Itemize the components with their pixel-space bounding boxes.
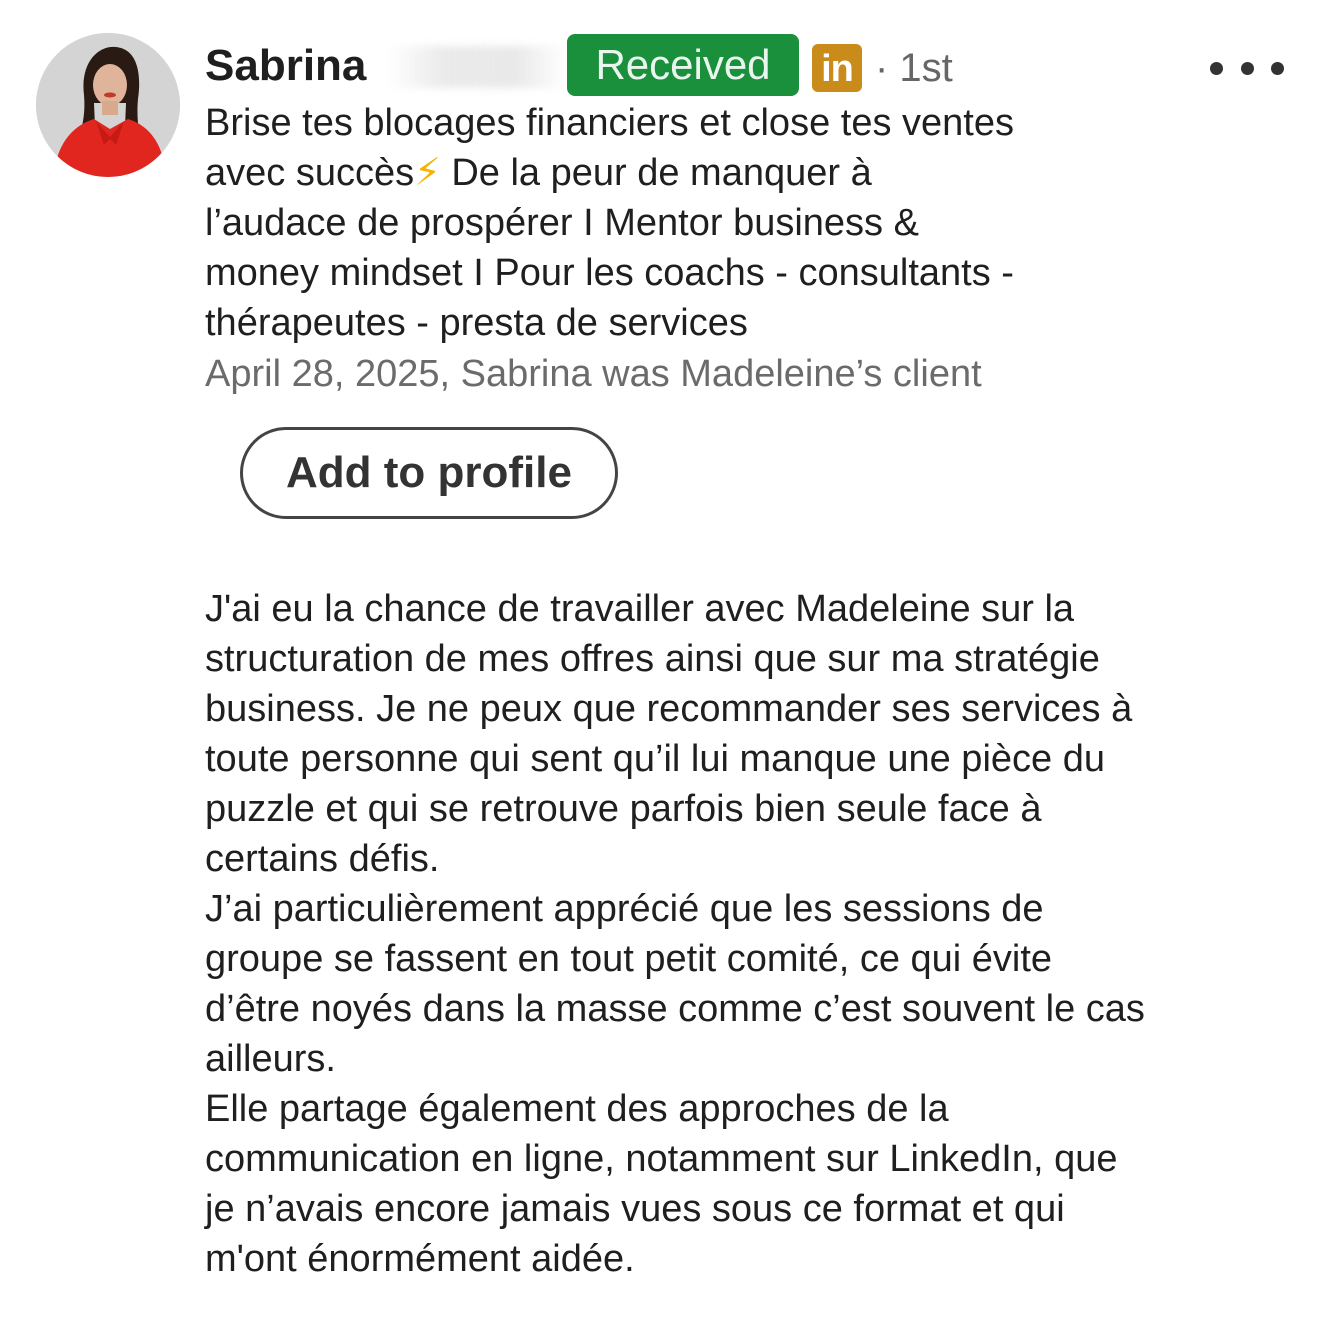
recommendation-line: communication en ligne, notamment sur Li…	[205, 1138, 1118, 1180]
recommender-headline: Brise tes blocages financiers et close t…	[205, 98, 1205, 348]
dot	[1271, 61, 1284, 75]
headline-line: money mindset I Pour les coachs - consul…	[205, 252, 1014, 294]
recommendation-meta: April 28, 2025, Sabrina was Madeleine’s …	[205, 353, 982, 395]
add-to-profile-button[interactable]: Add to profile	[240, 427, 618, 519]
recommendation-line: J’ai particulièrement apprécié que les s…	[205, 888, 1044, 930]
recommendation-line: groupe se fassent en tout petit comité, …	[205, 938, 1053, 980]
headline-segment: De la peur de manquer à	[440, 152, 872, 194]
recommendation-line: structuration de mes offres ainsi que su…	[205, 638, 1100, 680]
dot	[1240, 61, 1254, 75]
recommendation-line: Elle partage également des approches de …	[205, 1088, 949, 1130]
redacted-surname	[388, 46, 568, 88]
recommendation-line: toute personne qui sent qu’il lui manque…	[205, 738, 1105, 780]
recommendation-line: je n’avais encore jamais vues sous ce fo…	[205, 1188, 1065, 1230]
headline-line: Brise tes blocages financiers et close t…	[205, 102, 1014, 144]
recommendation-line: business. Je ne peux que recommander ses…	[205, 688, 1133, 730]
received-badge: Received	[567, 34, 799, 96]
recommendation-line: d’être noyés dans la masse comme c’est s…	[205, 988, 1145, 1030]
dot	[1210, 61, 1223, 75]
headline-line: thérapeutes - presta de services	[205, 302, 748, 344]
lightning-icon: ⚡	[414, 152, 441, 194]
recommendation-text: J'ai eu la chance de travailler avec Mad…	[205, 584, 1305, 1284]
avatar[interactable]	[36, 33, 180, 177]
connection-degree: · 1st	[875, 46, 953, 90]
profile-photo	[36, 33, 180, 177]
headline-line: l’audace de prospérer I Mentor business …	[205, 202, 919, 244]
recommendation-line: ailleurs.	[205, 1038, 336, 1080]
linkedin-icon: in	[812, 44, 862, 92]
recommendation-line: m'ont énormément aidée.	[205, 1238, 635, 1280]
recommender-name[interactable]: Sabrina	[205, 40, 366, 92]
recommendation-line: certains défis.	[205, 838, 440, 880]
recommendation-line: puzzle et qui se retrouve parfois bien s…	[205, 788, 1042, 830]
headline-segment: avec succès	[205, 152, 415, 194]
more-options-icon[interactable]	[1210, 52, 1284, 84]
headline-line: avec succès⚡ De la peur de manquer à	[205, 148, 1205, 198]
recommendation-line: J'ai eu la chance de travailler avec Mad…	[205, 588, 1075, 630]
